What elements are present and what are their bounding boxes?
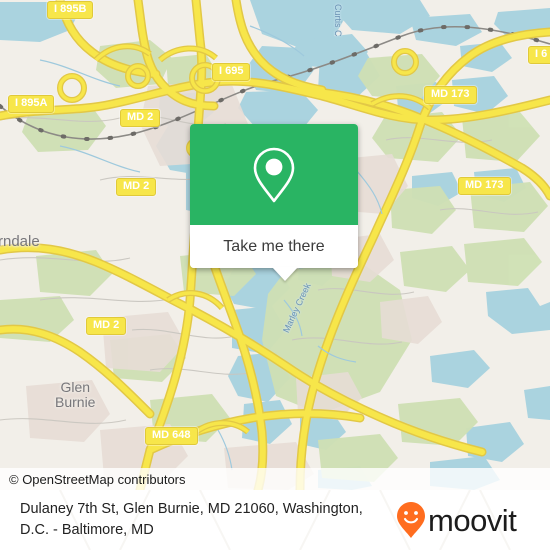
road-shield-md-2-north: MD 2 [120,109,161,127]
popup-tail [272,267,298,281]
location-pin-icon [253,147,295,202]
moovit-pin-smiley-icon [397,502,425,538]
moovit-wordmark: moovit [428,502,517,538]
water-label-curtis-creek: Curtis C [333,4,343,37]
road-shield-i-695: I 695 [212,63,251,81]
road-shield-i-695-edge: I 6 [528,46,550,64]
road-shield-i-895a: I 895A [8,95,55,113]
road-shield-md-173-south: MD 173 [458,177,511,195]
road-shield-i-895b: I 895B [47,1,94,19]
road-shield-md-2-south: MD 2 [86,317,127,335]
road-shield-md-173-north: MD 173 [424,86,477,104]
address-text: Dulaney 7th St, Glen Burnie, MD 21060, W… [20,500,363,538]
road-shield-md-648: MD 648 [145,427,198,445]
popup-card-header [190,124,358,225]
road-shield-md-2-mid: MD 2 [116,178,157,196]
map-popup-card[interactable]: Take me there [190,124,358,281]
attribution-text: © OpenStreetMap contributors [9,471,186,487]
take-me-there-label: Take me there [223,237,325,255]
map-attribution: © OpenStreetMap contributors [0,468,550,490]
map-screenshot: Curtis C Marley Creek rndale Glen Burnie… [0,0,550,550]
moovit-logo[interactable]: moovit [396,501,517,539]
footer-bar: Dulaney 7th St, Glen Burnie, MD 21060, W… [0,490,550,550]
take-me-there-button[interactable]: Take me there [190,225,358,281]
